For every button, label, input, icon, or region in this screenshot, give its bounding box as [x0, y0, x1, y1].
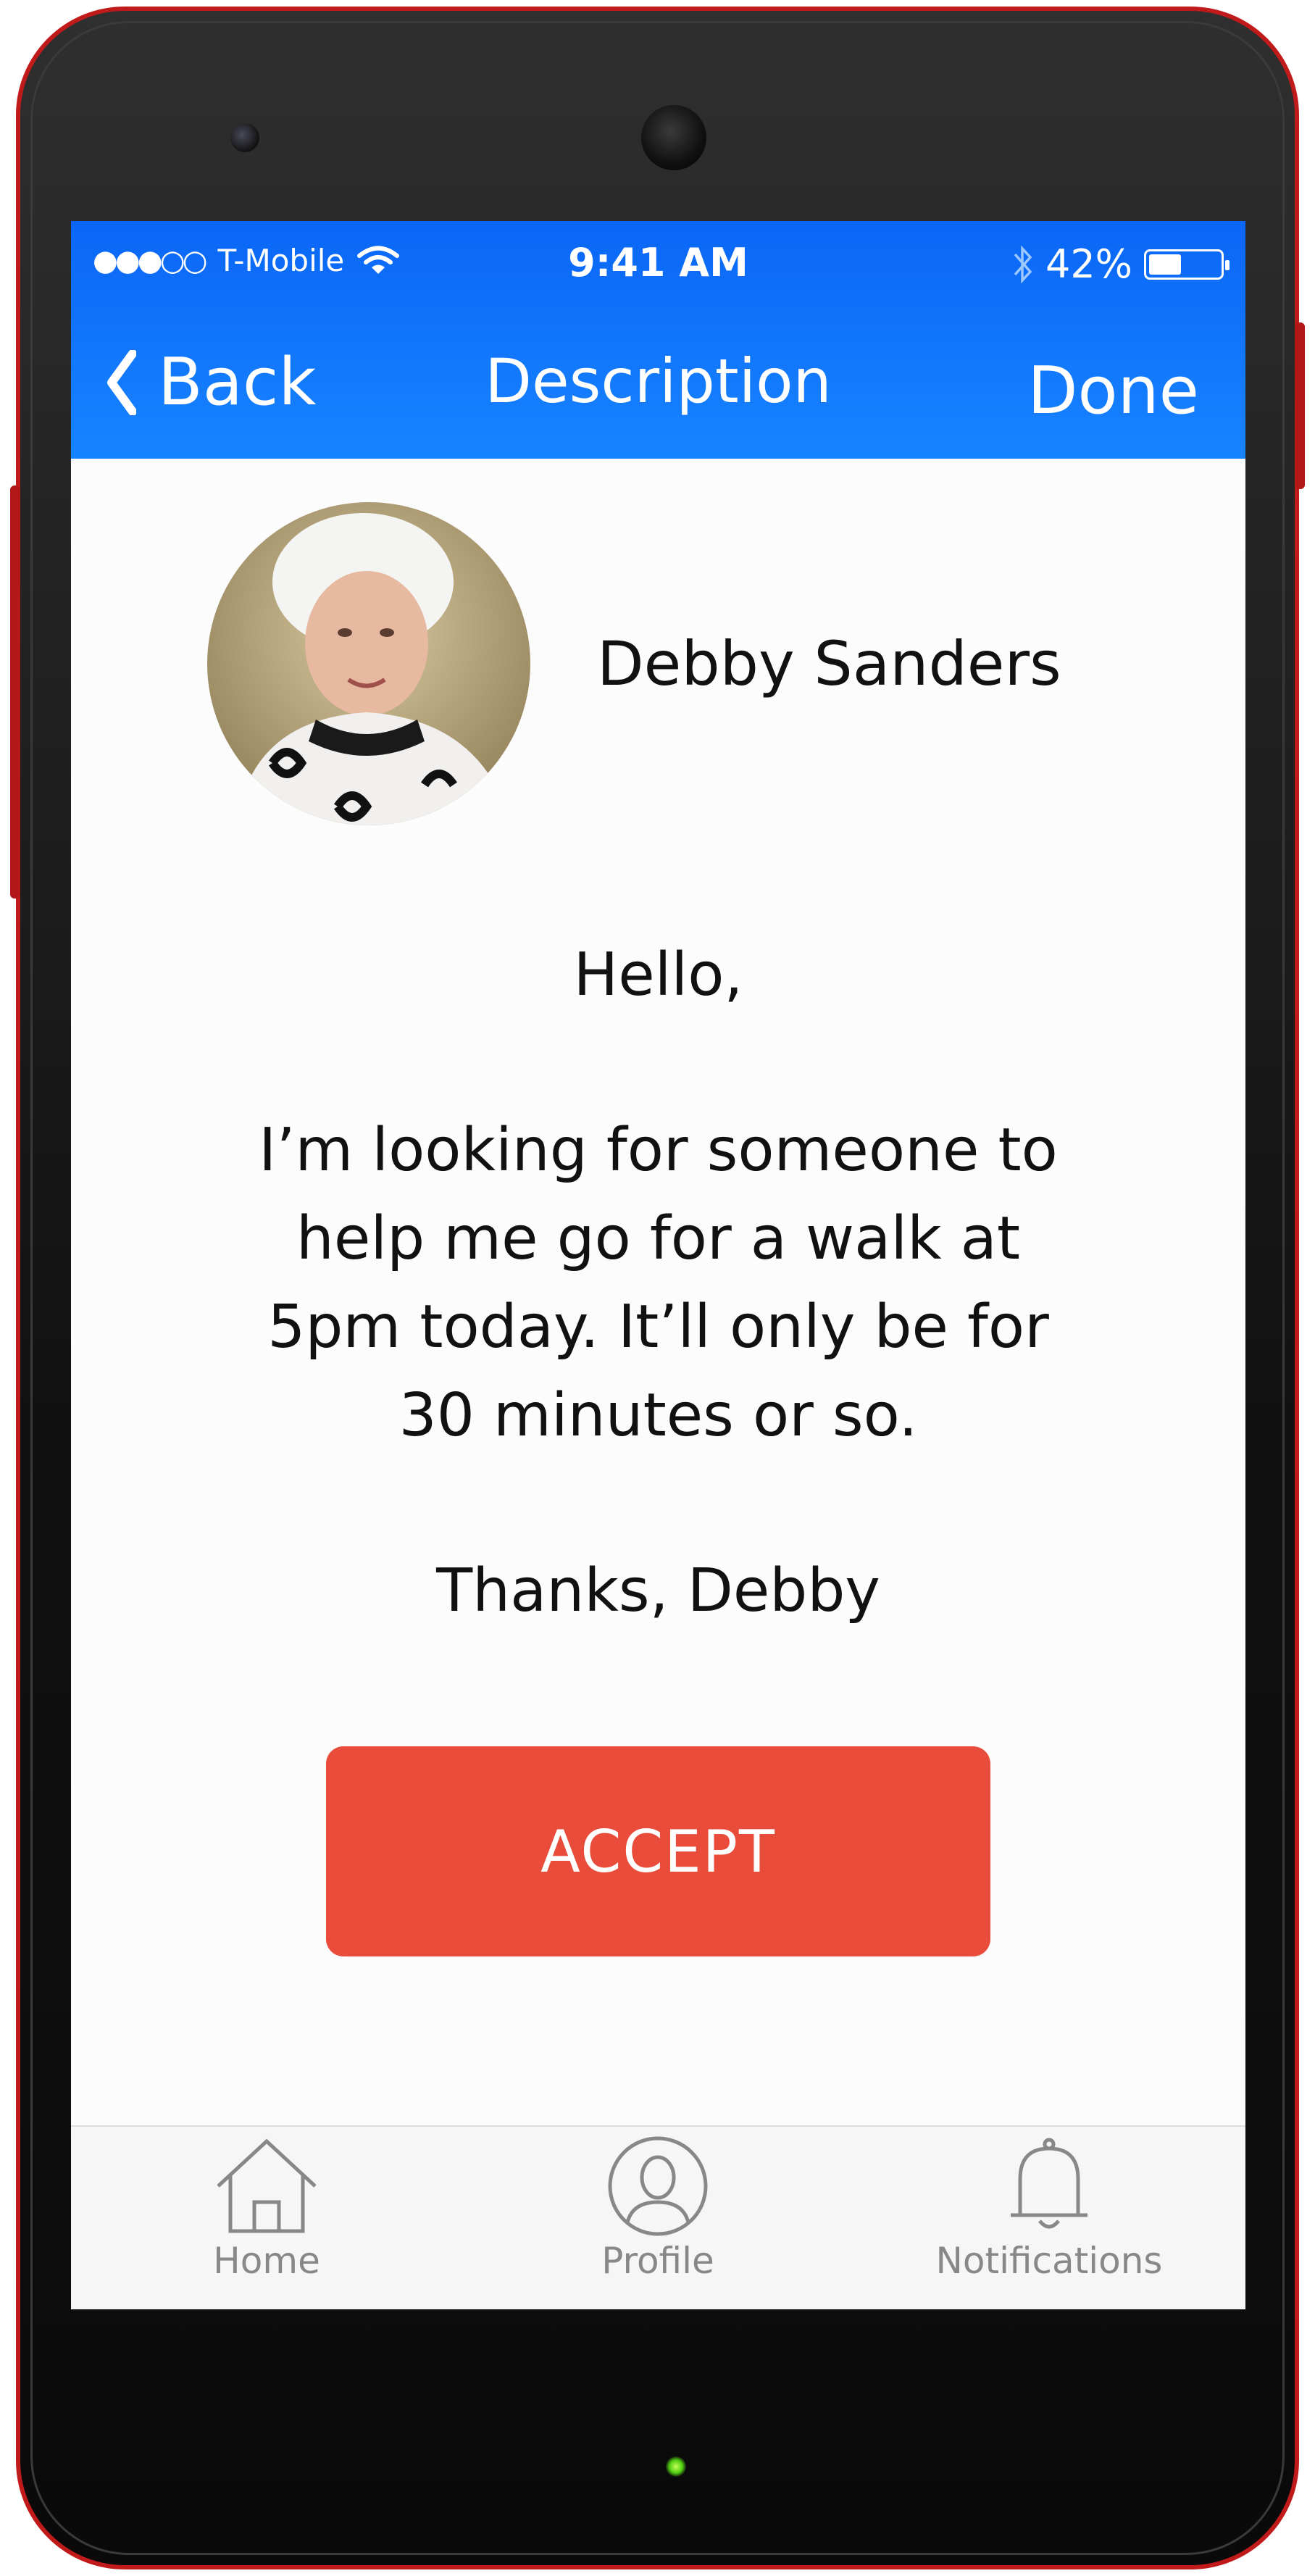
message-line: 5pm today. It’ll only be for — [267, 1293, 1049, 1362]
profile-name: Debby Sanders — [597, 628, 1061, 699]
status-bar: ●●●○○ T-Mobile 9:41 AM 42% — [71, 237, 1245, 288]
battery-percent: 42% — [1045, 241, 1132, 287]
tab-home[interactable]: Home — [122, 2135, 412, 2282]
notification-led — [666, 2456, 686, 2477]
tab-profile-label: Profile — [601, 2240, 714, 2282]
message-line: I’m looking for someone to — [259, 1116, 1058, 1185]
avatar — [207, 502, 530, 825]
battery-icon — [1144, 249, 1230, 280]
profile-header: Debby Sanders — [207, 502, 1061, 825]
bell-icon — [1011, 2138, 1088, 2229]
message-greeting: Hello, — [573, 941, 743, 1009]
screen: ●●●○○ T-Mobile 9:41 AM 42% Back Descript… — [71, 221, 1245, 2309]
tab-home-label: Home — [213, 2240, 320, 2282]
tab-bar: Home Profile Notifications — [71, 2125, 1245, 2309]
tab-notifications-label: Notifications — [935, 2240, 1163, 2282]
volume-button — [10, 485, 20, 899]
top-bar: ●●●○○ T-Mobile 9:41 AM 42% Back Descript… — [71, 221, 1245, 459]
accept-button[interactable]: ACCEPT — [326, 1746, 990, 1956]
back-label: Back — [158, 344, 317, 420]
battery-status: 42% — [1012, 241, 1230, 287]
message-line: 30 minutes or so. — [398, 1381, 918, 1450]
home-icon — [217, 2138, 317, 2233]
tab-notifications[interactable]: Notifications — [904, 2135, 1194, 2282]
proximity-sensor — [230, 123, 259, 152]
navigation-bar: Back Description Done — [71, 315, 1245, 446]
front-camera — [641, 105, 706, 170]
tab-profile[interactable]: Profile — [513, 2135, 803, 2282]
bluetooth-icon — [1014, 245, 1032, 283]
message-line: help me go for a walk at — [296, 1204, 1021, 1273]
message-signoff: Thanks, Debby — [436, 1556, 880, 1625]
profile-icon — [608, 2136, 708, 2236]
chevron-left-icon — [107, 349, 136, 415]
power-button — [1295, 322, 1305, 489]
request-message: Hello, I’m looking for someone to help m… — [71, 931, 1245, 1635]
back-button[interactable]: Back — [107, 344, 317, 420]
done-button[interactable]: Done — [1027, 353, 1199, 429]
